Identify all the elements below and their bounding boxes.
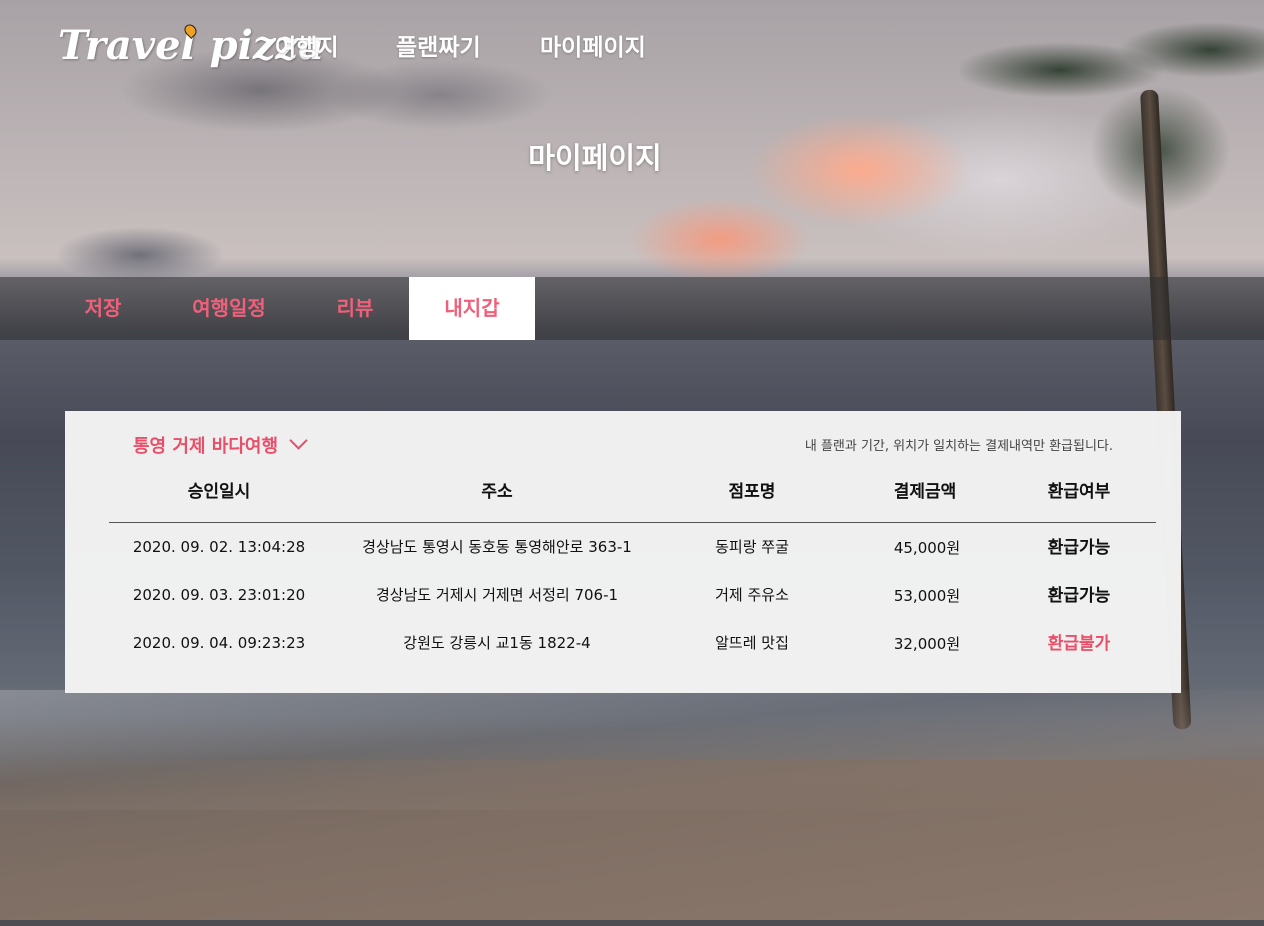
trip-select-value: 통영 거제 바다여행 — [133, 436, 279, 457]
column-header-store: 점포명 — [728, 482, 776, 502]
table-header-divider — [109, 522, 1156, 523]
cell-amount: 53,000원 — [893, 587, 961, 605]
cell-address: 경상남도 거제시 거제면 서정리 706-1 — [375, 586, 619, 604]
cell-approval-date: 2020. 09. 02. 13:04:28 — [132, 538, 306, 556]
trip-select-dropdown[interactable]: 통영 거제 바다여행 — [133, 431, 308, 463]
tab-saved[interactable]: 저장 — [62, 277, 144, 340]
refund-notice: 내 플랜과 기간, 위치가 일치하는 결제내역만 환급됩니다. — [804, 439, 1113, 454]
mypage-tab-bar: 저장 여행일정 리뷰 내지갑 — [0, 277, 1264, 340]
cell-amount: 32,000원 — [893, 635, 961, 653]
column-header-amount: 결제금액 — [893, 482, 957, 502]
chevron-down-icon — [289, 431, 308, 450]
cell-store: 알뜨레 맛집 — [715, 634, 789, 652]
cell-approval-date: 2020. 09. 03. 23:01:20 — [132, 586, 306, 604]
beach-sand-decoration — [0, 760, 1264, 920]
cell-store: 동피랑 쭈굴 — [715, 538, 789, 556]
bottom-bar — [0, 920, 1264, 926]
nav-item-destinations[interactable]: 여행지 — [275, 28, 338, 68]
palm-leaves-decoration — [960, 0, 1264, 250]
wallet-panel: 통영 거제 바다여행 내 플랜과 기간, 위치가 일치하는 결제내역만 환급됩니… — [65, 411, 1181, 693]
cell-refund-status: 환급가능 — [1047, 538, 1111, 558]
column-header-address: 주소 — [481, 482, 513, 502]
brand-logo[interactable]: Travel pizza — [58, 14, 324, 78]
cell-approval-date: 2020. 09. 04. 09:23:23 — [132, 634, 306, 652]
column-header-refund: 환급여부 — [1047, 482, 1111, 502]
cell-store: 거제 주유소 — [715, 586, 789, 604]
nav-item-mypage[interactable]: 마이페이지 — [540, 28, 646, 68]
column-header-approval-date: 승인일시 — [187, 482, 251, 502]
cell-refund-status: 환급불가 — [1047, 634, 1111, 654]
page-title: 마이페이지 — [528, 141, 662, 175]
tab-wallet[interactable]: 내지갑 — [409, 277, 535, 340]
tab-review[interactable]: 리뷰 — [314, 277, 396, 340]
cell-address: 강원도 강릉시 교1동 1822-4 — [403, 634, 591, 652]
tab-itinerary[interactable]: 여행일정 — [170, 277, 288, 340]
cell-address: 경상남도 통영시 동호동 통영해안로 363-1 — [362, 538, 632, 556]
cell-refund-status: 환급가능 — [1047, 586, 1111, 606]
nav-item-plan[interactable]: 플랜짜기 — [396, 28, 481, 68]
cell-amount: 45,000원 — [893, 539, 961, 557]
